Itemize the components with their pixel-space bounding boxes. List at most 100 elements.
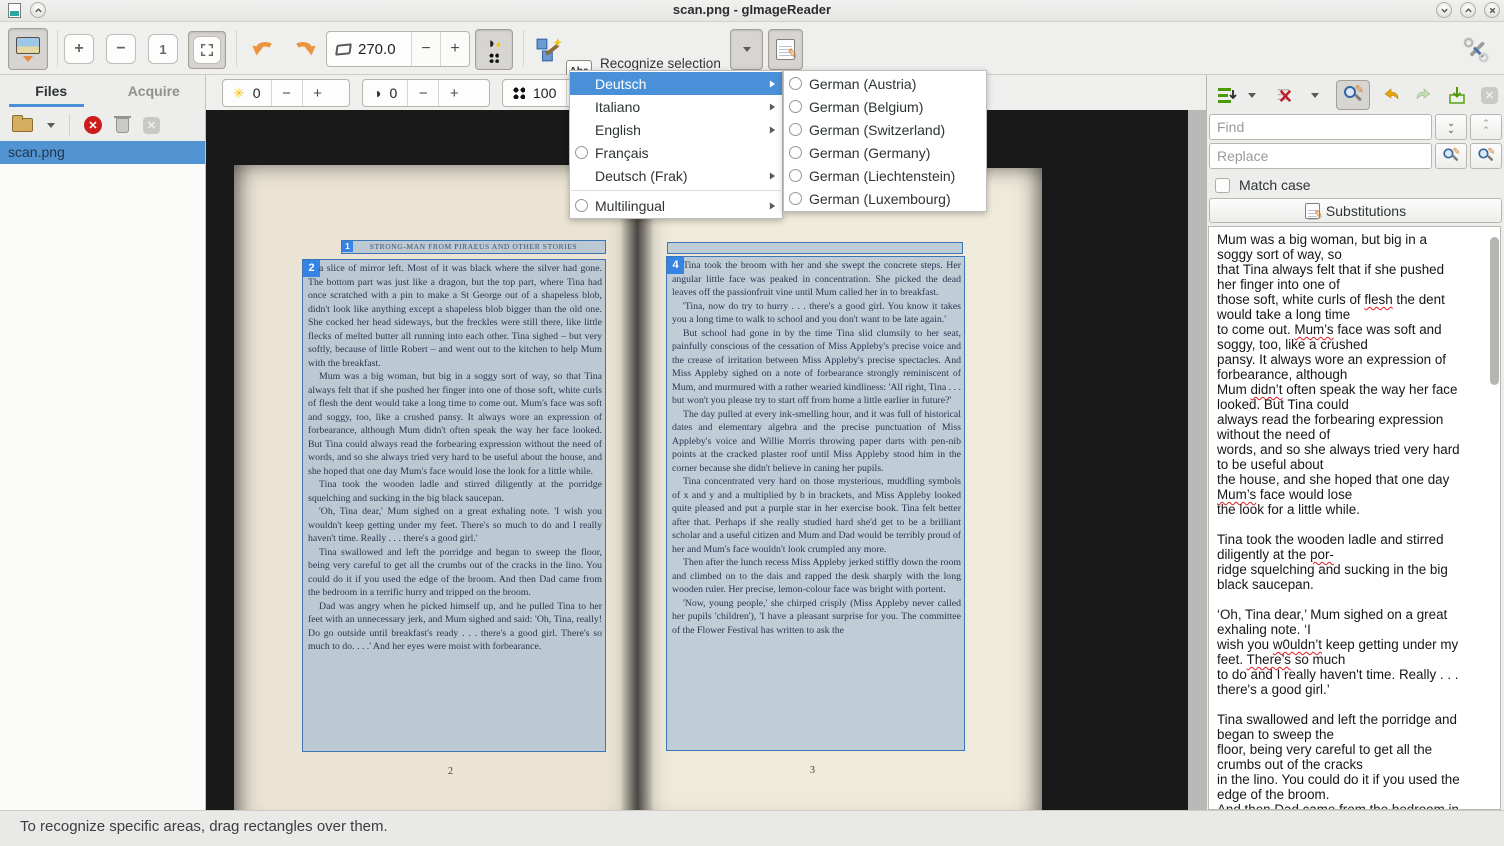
open-image-button[interactable] bbox=[8, 28, 48, 70]
brightness-value[interactable]: 0 bbox=[253, 85, 261, 101]
chevron-up-icon bbox=[1464, 6, 1473, 15]
contrast-decrease-button[interactable]: − bbox=[407, 80, 438, 106]
page-number-right: 3 bbox=[810, 765, 815, 776]
german-submenu-item[interactable]: German (Belgium) bbox=[784, 95, 986, 118]
language-menu-item[interactable]: Multilingual bbox=[570, 194, 782, 217]
rotation-value[interactable]: 270.0 bbox=[358, 41, 396, 58]
undo-button[interactable] bbox=[1379, 83, 1403, 107]
page-text-left: a slice of mirror left. Most of it was b… bbox=[308, 262, 602, 749]
open-menu-caret-icon[interactable] bbox=[47, 123, 55, 128]
language-menu-item[interactable]: English bbox=[570, 118, 782, 141]
selection-region-header-left[interactable]: 1 STRONG-MAN FROM PIRAEUS AND OTHER STOR… bbox=[341, 240, 606, 254]
save-output-icon bbox=[1447, 85, 1467, 105]
clear-output-icon[interactable]: ✕ bbox=[1481, 87, 1498, 104]
delete-file-icon[interactable] bbox=[116, 118, 129, 133]
brightness-spinbox[interactable]: ✳0 − + bbox=[222, 79, 350, 107]
tab-acquire[interactable]: Acquire bbox=[103, 78, 206, 106]
open-folder-icon[interactable] bbox=[12, 118, 33, 132]
magic-wand-icon bbox=[536, 37, 562, 63]
german-submenu-item[interactable]: German (Liechtenstein) bbox=[784, 164, 986, 187]
replace-button[interactable]: ✎ bbox=[1435, 143, 1467, 169]
book-paragraph: But school had gone in by the time Tina … bbox=[672, 327, 961, 408]
notepad-pencil-icon: ✎ bbox=[1305, 203, 1320, 219]
output-scrollbar-thumb[interactable] bbox=[1490, 237, 1499, 385]
book-paragraph: Tina swallowed and left the porridge and… bbox=[308, 546, 602, 600]
replace-input[interactable] bbox=[1209, 143, 1432, 169]
contrast-increase-button[interactable]: + bbox=[438, 80, 469, 106]
output-pane-toggle[interactable]: ✎ bbox=[768, 29, 803, 70]
brightness-decrease-button[interactable]: − bbox=[271, 80, 302, 106]
rotation-spinbox[interactable]: 270.0 − + bbox=[326, 31, 470, 67]
window-title: scan.png - gImageReader bbox=[0, 2, 1504, 17]
german-submenu-item[interactable]: German (Germany) bbox=[784, 141, 986, 164]
substitutions-button[interactable]: ✎ Substitutions bbox=[1209, 198, 1502, 223]
brightness-contrast-icon: ◑✦ bbox=[486, 35, 503, 52]
find-previous-button[interactable]: ⌃⌃ bbox=[1470, 114, 1502, 140]
german-submenu-item[interactable]: German (Luxembourg) bbox=[784, 187, 986, 210]
main-toolbar: + − 1 270.0 − + ◑✦ bbox=[0, 22, 1504, 75]
image-controls-toggle[interactable]: ◑✦ bbox=[475, 29, 513, 70]
output-text[interactable]: Mum was a big woman, but big in asoggy s… bbox=[1208, 226, 1501, 810]
rotation-decrease-button[interactable]: − bbox=[411, 32, 440, 66]
insert-mode-caret-icon[interactable] bbox=[1248, 93, 1256, 98]
zoom-original-button[interactable]: 1 bbox=[148, 34, 178, 64]
menu-item-label: German (Luxembourg) bbox=[809, 191, 951, 207]
find-input[interactable] bbox=[1209, 114, 1432, 140]
contrast-icon: ◑ bbox=[373, 85, 381, 101]
rotation-increase-button[interactable]: + bbox=[440, 32, 469, 66]
replace-all-button[interactable]: ✎ bbox=[1470, 143, 1502, 169]
toolbar-separator bbox=[236, 30, 237, 67]
zoom-out-button[interactable]: − bbox=[106, 34, 136, 64]
language-menu-item[interactable]: Deutsch (Frak) bbox=[570, 164, 782, 187]
find-replace-toggle[interactable]: ✎ bbox=[1336, 80, 1370, 110]
german-submenu-item[interactable]: German (Austria) bbox=[784, 72, 986, 95]
maximize-button[interactable] bbox=[1460, 2, 1476, 18]
rotate-right-button[interactable] bbox=[288, 34, 322, 68]
brightness-increase-button[interactable]: + bbox=[302, 80, 333, 106]
minimize-button[interactable] bbox=[1436, 2, 1452, 18]
zoom-in-button[interactable]: + bbox=[64, 34, 94, 64]
zoom-fit-button[interactable] bbox=[188, 31, 226, 69]
resolution-value[interactable]: 100 bbox=[533, 85, 556, 101]
strip-linebreaks-icon bbox=[1275, 86, 1294, 105]
settings-button[interactable] bbox=[1458, 32, 1494, 68]
contrast-value[interactable]: 0 bbox=[389, 85, 397, 101]
contrast-spinbox[interactable]: ◑ 0 − + bbox=[362, 79, 490, 107]
book-paragraph: Dad was angry when he picked himself up,… bbox=[308, 600, 602, 654]
clear-list-icon[interactable]: ✕ bbox=[143, 117, 160, 134]
language-menu-item[interactable]: Français bbox=[570, 141, 782, 164]
find-row: ⌄⌄ ⌃⌃ bbox=[1209, 114, 1502, 140]
canvas-scrollbar[interactable] bbox=[1188, 110, 1206, 810]
language-menu-item[interactable] bbox=[570, 187, 782, 194]
redo-button[interactable] bbox=[1412, 83, 1436, 107]
autolayout-button[interactable] bbox=[531, 32, 567, 68]
book-paragraph: Tina took the broom with her and she swe… bbox=[672, 259, 961, 300]
menu-item-label: German (Liechtenstein) bbox=[809, 168, 955, 184]
german-submenu-item[interactable]: German (Switzerland) bbox=[784, 118, 986, 141]
remove-file-icon[interactable]: ✕ bbox=[84, 116, 102, 134]
undo-icon bbox=[1381, 85, 1401, 105]
rotate-left-button[interactable] bbox=[246, 34, 280, 68]
selection-region-header-right[interactable] bbox=[667, 242, 963, 254]
tab-files[interactable]: Files bbox=[0, 78, 103, 106]
dropdown-caret-icon bbox=[743, 47, 751, 52]
menu-item-label: German (Germany) bbox=[809, 145, 930, 161]
recognize-language-menu-button[interactable] bbox=[730, 29, 763, 70]
menu-item-label: Français bbox=[595, 145, 649, 161]
save-output-button[interactable] bbox=[1445, 83, 1469, 107]
strip-menu-caret-icon[interactable] bbox=[1311, 93, 1319, 98]
match-case-row: Match case bbox=[1215, 177, 1311, 193]
language-menu-item[interactable]: Deutsch bbox=[570, 72, 782, 95]
match-case-checkbox[interactable] bbox=[1215, 178, 1230, 193]
rotate-left-icon bbox=[250, 38, 276, 64]
language-menu-item[interactable]: Italiano bbox=[570, 95, 782, 118]
strip-linebreaks-button[interactable] bbox=[1273, 84, 1296, 107]
toolbar-separator bbox=[57, 30, 58, 67]
find-next-button[interactable]: ⌄⌄ bbox=[1435, 114, 1467, 140]
close-button[interactable] bbox=[1484, 2, 1500, 18]
selection-number-badge: 1 bbox=[342, 241, 353, 252]
insert-mode-button[interactable] bbox=[1215, 83, 1239, 107]
file-list-item[interactable]: scan.png bbox=[0, 141, 205, 164]
page-number-left: 2 bbox=[448, 766, 453, 777]
redo-icon bbox=[1414, 85, 1434, 105]
